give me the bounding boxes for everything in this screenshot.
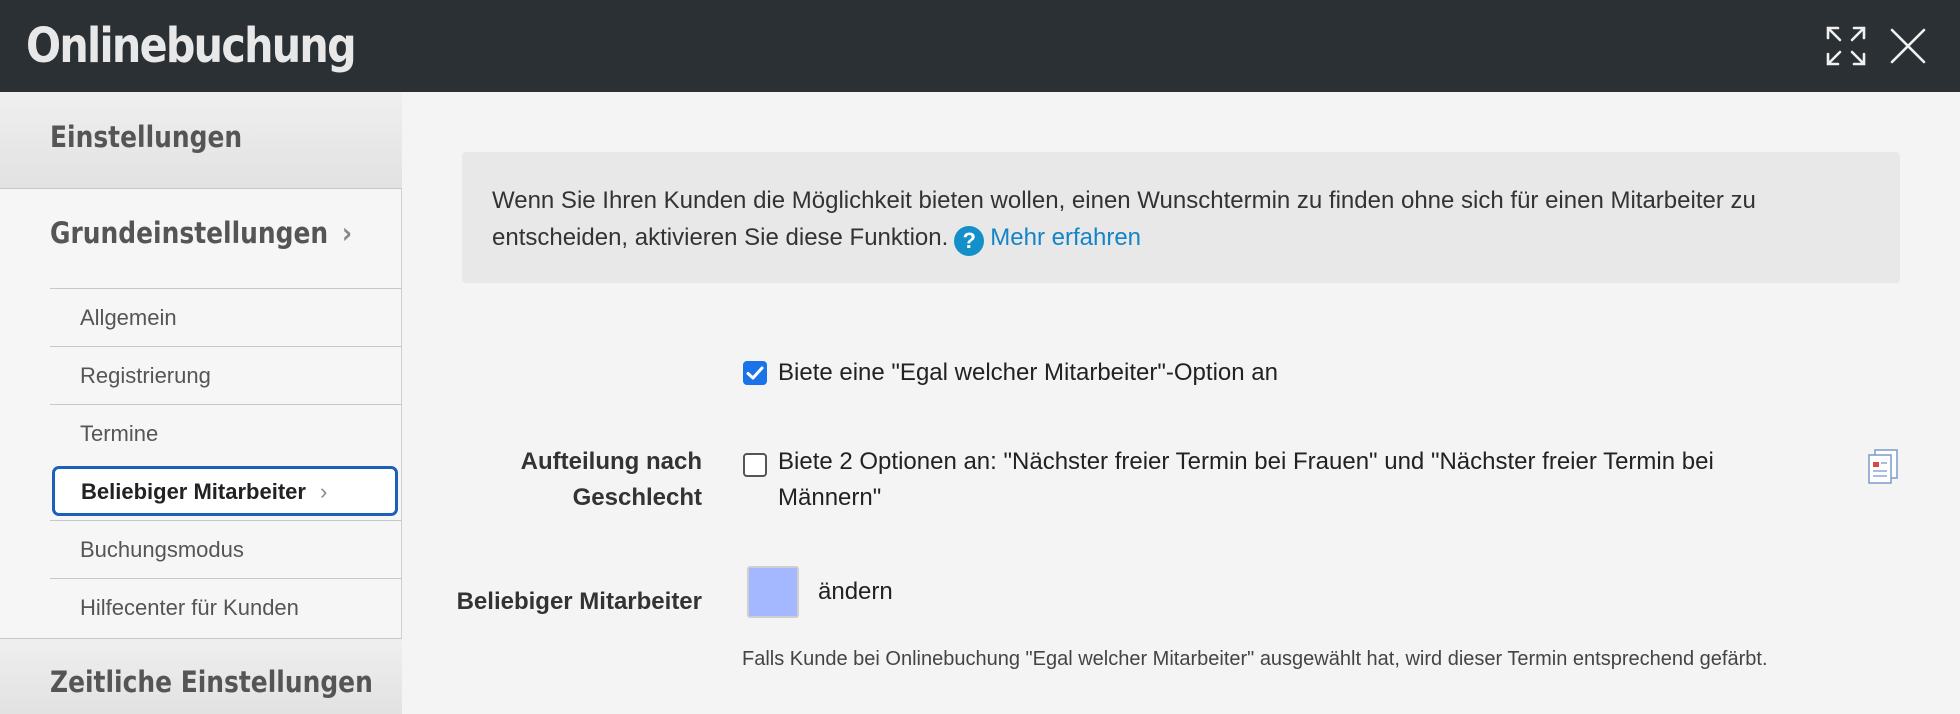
color-swatch[interactable]: [747, 566, 799, 618]
gender-split-option-label: Biete 2 Optionen an: "Nächster freier Te…: [778, 444, 1848, 516]
chevron-right-icon: ›: [341, 216, 353, 250]
window-title: Onlinebuchung: [26, 18, 357, 74]
gender-split-label-line2: Geschlecht: [572, 484, 702, 511]
help-icon[interactable]: ?: [954, 226, 985, 256]
sidebar-item-allgemein[interactable]: Allgemein: [50, 288, 402, 346]
close-icon[interactable]: [1886, 24, 1930, 68]
sidebar-group-grundeinstellungen[interactable]: Grundeinstellungen ›: [50, 216, 352, 250]
sidebar-item-beliebiger-mitarbeiter[interactable]: Beliebiger Mitarbeiter ›: [52, 466, 398, 516]
gender-split-label-line1: Aufteilung nach: [520, 448, 702, 475]
change-color-link[interactable]: ändern: [818, 578, 893, 606]
gender-split-option-line1: Biete 2 Optionen an: "Nächster freier Te…: [778, 448, 1714, 475]
main-content: Wenn Sie Ihren Kunden die Möglichkeit bi…: [402, 92, 1960, 714]
info-box: Wenn Sie Ihren Kunden die Möglichkeit bi…: [462, 152, 1900, 283]
expand-icon[interactable]: [1824, 24, 1868, 68]
sidebar-item-hilfecenter[interactable]: Hilfecenter für Kunden: [50, 578, 402, 636]
gender-split-checkbox[interactable]: [743, 453, 767, 477]
document-icon[interactable]: [1866, 448, 1900, 484]
sidebar-item-label: Termine: [80, 421, 159, 446]
sidebar-item-termine[interactable]: Termine: [50, 404, 402, 462]
sidebar-section-label: Einstellungen: [50, 120, 243, 154]
sidebar-section-zeitliche-einstellungen[interactable]: Zeitliche Einstellungen: [0, 638, 402, 714]
sidebar-item-label: Allgemein: [80, 305, 177, 330]
sidebar-item-label: Registrierung: [80, 363, 211, 388]
gender-split-option-line2: Männern": [778, 484, 882, 511]
sidebar-item-buchungsmodus[interactable]: Buchungsmodus: [50, 520, 402, 578]
any-employee-checkbox[interactable]: [743, 361, 767, 385]
any-employee-option-label: Biete eine "Egal welcher Mitarbeiter"-Op…: [778, 359, 1278, 386]
sidebar-section-label: Zeitliche Einstellungen: [50, 665, 373, 699]
color-hint-text: Falls Kunde bei Onlinebuchung "Egal welc…: [742, 648, 1768, 670]
sidebar-item-label: Buchungsmodus: [80, 537, 244, 562]
sidebar-item-label: Hilfecenter für Kunden: [80, 595, 299, 620]
gender-split-label: Aufteilung nach Geschlecht: [402, 444, 702, 516]
more-info-link[interactable]: Mehr erfahren: [990, 224, 1141, 251]
sidebar-section-einstellungen[interactable]: Einstellungen: [0, 92, 402, 189]
chevron-right-icon: ›: [319, 479, 328, 504]
sidebar-item-registrierung[interactable]: Registrierung: [50, 346, 402, 404]
window-header: Onlinebuchung: [0, 0, 1960, 92]
settings-sidebar: Einstellungen Grundeinstellungen › Allgem…: [0, 92, 402, 714]
sidebar-group-label: Grundeinstellungen: [50, 216, 329, 250]
sidebar-item-label: Beliebiger Mitarbeiter: [81, 479, 306, 504]
color-row-label: Beliebiger Mitarbeiter: [456, 588, 702, 615]
